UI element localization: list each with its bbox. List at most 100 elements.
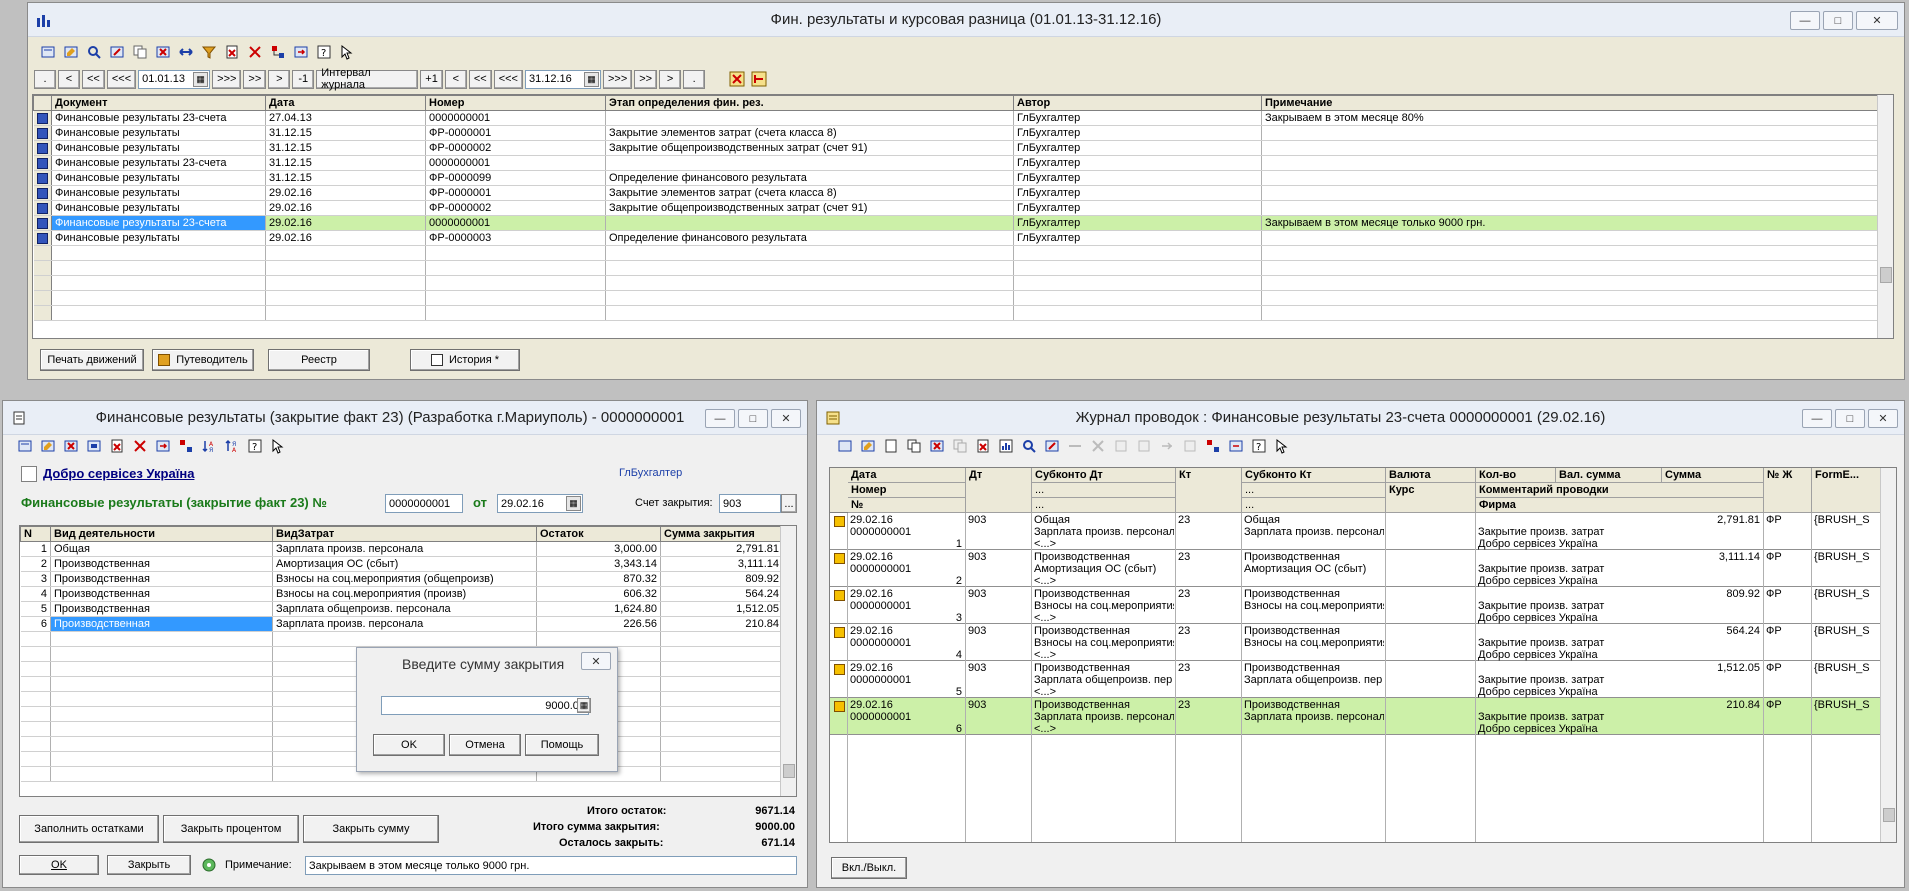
table-row[interactable]: 2 Производственная Амортизация ОС (сбыт) 3,… <box>20 556 783 572</box>
table-cell[interactable]: ФР-0000001 <box>425 125 606 141</box>
table-cell[interactable]: ГлБухгалтер <box>1013 170 1262 186</box>
dialog-cancel-button[interactable]: Отмена <box>449 734 521 756</box>
edit-entry-icon[interactable] <box>858 436 878 456</box>
table-cell[interactable]: ФР-0000002 <box>425 200 606 216</box>
table-cell[interactable]: ГлБухгалтер <box>1013 185 1262 201</box>
table-cell[interactable] <box>50 766 273 782</box>
table-cell[interactable]: Финансовые результаты <box>51 170 266 186</box>
close-sum-button[interactable]: Закрыть сумму <box>303 815 439 843</box>
table-cell[interactable] <box>50 751 273 767</box>
minus-one-button[interactable]: -1 <box>292 69 315 89</box>
fill-balances-button[interactable]: Заполнить остатками <box>19 815 159 843</box>
table-cell[interactable] <box>660 766 783 782</box>
registry-button[interactable]: Реестр <box>268 349 370 371</box>
table-cell[interactable] <box>20 706 51 722</box>
edit-row-icon[interactable] <box>38 436 58 456</box>
table-cell[interactable]: 564.24 <box>660 586 783 602</box>
new-doc-icon[interactable] <box>38 42 58 62</box>
table-cell[interactable]: Финансовые результаты <box>51 140 266 156</box>
col-dt[interactable]: Дт <box>966 468 1032 513</box>
table-cell[interactable]: ГлБухгалтер <box>1013 110 1262 126</box>
entry-row[interactable]: 29.02.16 0000000001 2 903 Производственная Ам… <box>830 550 1880 587</box>
col-n[interactable]: N <box>20 526 51 542</box>
col-sub-kt-3[interactable]: ... <box>1242 498 1386 513</box>
table-cell[interactable]: Общая <box>50 541 273 557</box>
nav-prev2-button[interactable]: << <box>82 69 105 89</box>
toggle-button[interactable]: Вкл./Выкл. <box>831 857 907 879</box>
table-cell[interactable] <box>51 245 266 261</box>
context-help-icon[interactable] <box>337 42 357 62</box>
col-sub-kt-2[interactable]: ... <box>1242 483 1386 498</box>
nav-next2-button[interactable]: >> <box>243 69 267 89</box>
maximize-button[interactable]: □ <box>1823 11 1853 30</box>
table-cell[interactable]: 2 <box>20 556 51 572</box>
table-cell[interactable] <box>20 631 51 647</box>
table-cell[interactable]: 5 <box>20 601 51 617</box>
table-cell[interactable] <box>51 260 266 276</box>
table-cell[interactable]: ГлБухгалтер <box>1013 215 1262 231</box>
table-cell[interactable]: 0000000001 <box>425 215 606 231</box>
tree-icon[interactable] <box>1203 436 1223 456</box>
table-cell[interactable] <box>536 631 661 647</box>
date-from-input[interactable]: 01.01.13 ▦ <box>138 69 211 89</box>
table-cell[interactable]: 606.32 <box>536 586 661 602</box>
calendar-icon[interactable]: ▦ <box>193 71 209 87</box>
entry-row[interactable]: 29.02.16 0000000001 4 903 Производственная Вз… <box>830 624 1880 661</box>
history-button[interactable]: История * <box>410 349 520 371</box>
table-cell[interactable]: Взносы на соц.мероприятия (произв) <box>272 586 537 602</box>
table-cell[interactable] <box>1261 200 1880 216</box>
table-cell[interactable]: 1,512.05 <box>660 601 783 617</box>
table-cell[interactable] <box>1261 260 1880 276</box>
col-comment[interactable]: Комментарий проводки <box>1476 483 1764 498</box>
table-cell[interactable] <box>50 706 273 722</box>
table-cell[interactable]: ГлБухгалтер <box>1013 200 1262 216</box>
table-cell[interactable] <box>1261 155 1880 171</box>
col-firm[interactable]: Фирма <box>1476 498 1764 513</box>
context-help-icon[interactable] <box>1272 436 1292 456</box>
col-document[interactable]: Документ <box>51 95 266 111</box>
table-cell[interactable] <box>20 751 51 767</box>
table-cell[interactable]: Зарплата произв. персонала <box>272 541 537 557</box>
table-row[interactable]: 6 Производственная Зарплата произв. персон… <box>20 616 783 632</box>
entries-titlebar[interactable]: Журнал проводок : Финансовые результаты … <box>817 401 1904 435</box>
table-cell[interactable] <box>265 290 426 306</box>
col-row-number[interactable]: № <box>848 498 966 513</box>
table-cell[interactable]: 29.02.16 <box>265 185 426 201</box>
scroll-thumb[interactable] <box>783 764 795 778</box>
col-cur-sum[interactable]: Вал. сумма <box>1556 468 1662 483</box>
table-cell[interactable]: Зарплата произв. персонала <box>272 616 537 632</box>
delete-row-icon[interactable] <box>61 436 81 456</box>
table-row[interactable]: Финансовые результаты 23-счета 31.12.15 00… <box>33 155 1880 171</box>
table-cell[interactable] <box>51 305 266 321</box>
table-cell[interactable]: 29.02.16 <box>265 215 426 231</box>
col-qty[interactable]: Кол-во <box>1476 468 1556 483</box>
ok-button[interactable]: OK <box>19 855 99 875</box>
table-row[interactable] <box>33 290 1880 306</box>
note-icon[interactable] <box>199 855 219 875</box>
table-cell[interactable] <box>20 676 51 692</box>
table-cell[interactable]: ФР-0000099 <box>425 170 606 186</box>
table-cell[interactable]: Определение финансового результата <box>605 170 1014 186</box>
table-cell[interactable]: ГлБухгалтер <box>1013 140 1262 156</box>
table-cell[interactable]: Закрытие общепроизводственных затрат (сч… <box>605 140 1014 156</box>
table-cell[interactable] <box>1261 245 1880 261</box>
table-cell[interactable]: Производственная <box>50 571 273 587</box>
journal-scrollbar[interactable] <box>1877 95 1893 338</box>
tree-icon[interactable] <box>268 42 288 62</box>
search-icon[interactable] <box>84 42 104 62</box>
table-cell[interactable] <box>50 661 273 677</box>
table-cell[interactable] <box>425 305 606 321</box>
nav-dot-button[interactable]: . <box>34 69 56 89</box>
table-cell[interactable]: 1 <box>20 541 51 557</box>
close-button[interactable]: ✕ <box>771 409 801 428</box>
table-cell[interactable] <box>660 646 783 662</box>
entry-row[interactable]: 29.02.16 0000000001 1 903 Общая Зарплата прои… <box>830 513 1880 550</box>
col-cost-type[interactable]: ВидЗатрат <box>272 526 537 542</box>
table-cell[interactable] <box>605 260 1014 276</box>
account-select-button[interactable]: ... <box>781 494 797 513</box>
close-button[interactable]: ✕ <box>1856 11 1898 30</box>
table-cell[interactable]: 226.56 <box>536 616 661 632</box>
table-cell[interactable] <box>660 706 783 722</box>
nav-prev3-button[interactable]: <<< <box>106 69 137 89</box>
col-activity[interactable]: Вид деятельности <box>50 526 273 542</box>
